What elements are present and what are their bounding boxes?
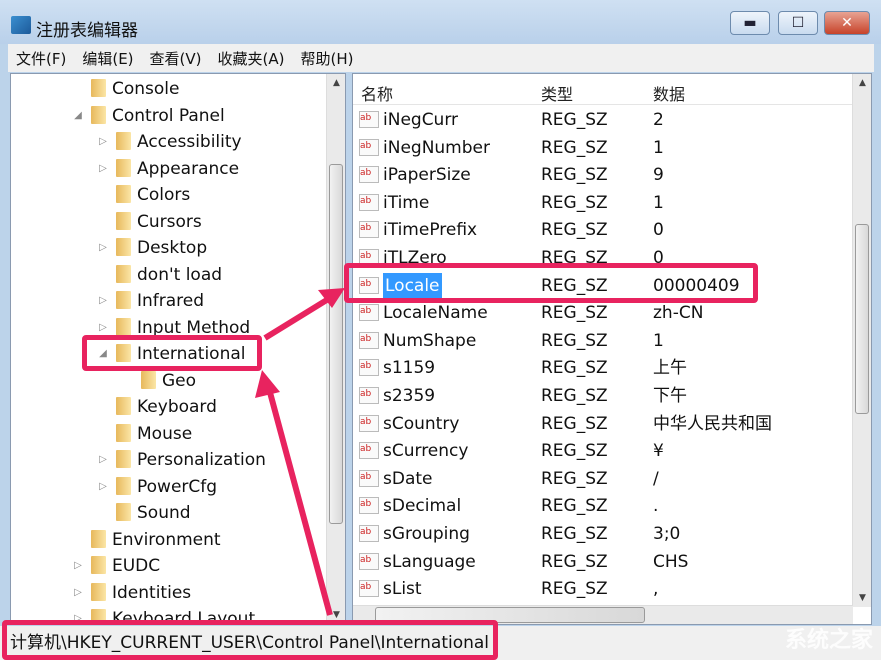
watermark-logo: 系统之家 (785, 622, 873, 654)
annotation-arrows (0, 0, 881, 660)
